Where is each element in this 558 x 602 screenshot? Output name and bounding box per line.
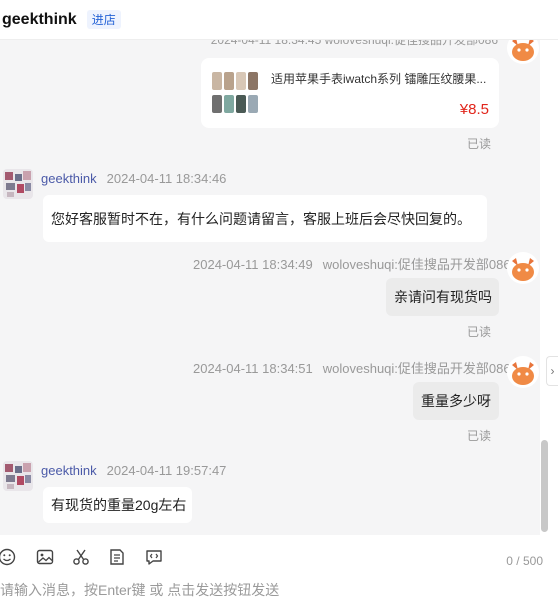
sender-name: geekthink	[41, 171, 97, 186]
message-bubble: 重量多少呀	[413, 382, 499, 420]
message-list[interactable]: 2024-04-11 18:34:45 woloveshuqi:促佳搜品开发部0…	[0, 40, 540, 535]
agent-avatar	[3, 169, 33, 199]
read-status: 已读	[467, 429, 492, 443]
emoji-icon[interactable]	[0, 546, 18, 568]
agent-avatar	[3, 461, 33, 491]
product-card[interactable]: 适用苹果手表iwatch系列 镭雕压纹腰果... ¥8.5	[201, 58, 499, 128]
message-meta: 2024-04-11 18:34:49 woloveshuqi:促佳搜品开发部08…	[193, 254, 511, 273]
enter-shop-button[interactable]: 进店	[86, 10, 121, 29]
scissors-icon[interactable]	[70, 546, 92, 568]
message-bubble: 您好客服暂时不在，有什么问题请留言，客服上班后会尽快回复的。	[43, 195, 487, 242]
image-icon[interactable]	[34, 546, 56, 568]
order-icon[interactable]	[106, 546, 128, 568]
scrollbar[interactable]	[541, 440, 548, 532]
message-meta: geekthink 2024-04-11 19:57:47	[41, 463, 226, 478]
user-avatar	[507, 40, 539, 64]
read-status: 已读	[467, 325, 492, 339]
input-toolbar: 0 / 500	[0, 546, 558, 574]
chat-header: geekthink 进店	[0, 0, 558, 40]
product-image	[211, 68, 261, 118]
chevron-right-icon: ›	[550, 364, 555, 378]
message-meta: geekthink 2024-04-11 18:34:46	[41, 171, 226, 186]
read-status: 已读	[467, 137, 492, 151]
shop-name: geekthink	[2, 10, 77, 28]
user-avatar	[507, 356, 539, 388]
expand-panel-button[interactable]: ›	[546, 356, 558, 386]
message-bubble: 亲请问有现货吗	[386, 278, 499, 316]
sender-name: woloveshuqi:促佳搜品开发部086	[322, 257, 511, 272]
message-time: 2024-04-11 18:34:51	[193, 361, 313, 376]
product-title: 适用苹果手表iwatch系列 镭雕压纹腰果...	[271, 72, 487, 86]
user-avatar	[507, 252, 539, 284]
message-input[interactable]	[0, 578, 558, 602]
message-time: 2024-04-11 18:34:49	[193, 257, 313, 272]
char-counter: 0 / 500	[506, 554, 543, 568]
message-bubble: 有现货的重量20g左右	[43, 487, 192, 523]
message-time: 2024-04-11 18:34:46	[106, 171, 227, 186]
message-time: 2024-04-11 19:57:47	[106, 463, 227, 478]
sender-name: geekthink	[41, 463, 97, 478]
message-meta: 2024-04-11 18:34:51 woloveshuqi:促佳搜品开发部08…	[193, 358, 511, 377]
sender-name: woloveshuqi:促佳搜品开发部086	[322, 361, 511, 376]
quick-reply-icon[interactable]	[143, 546, 165, 568]
message-meta: 2024-04-11 18:34:45 woloveshuqi:促佳搜品开发部0…	[210, 40, 498, 47]
product-price: ¥8.5	[459, 101, 489, 118]
